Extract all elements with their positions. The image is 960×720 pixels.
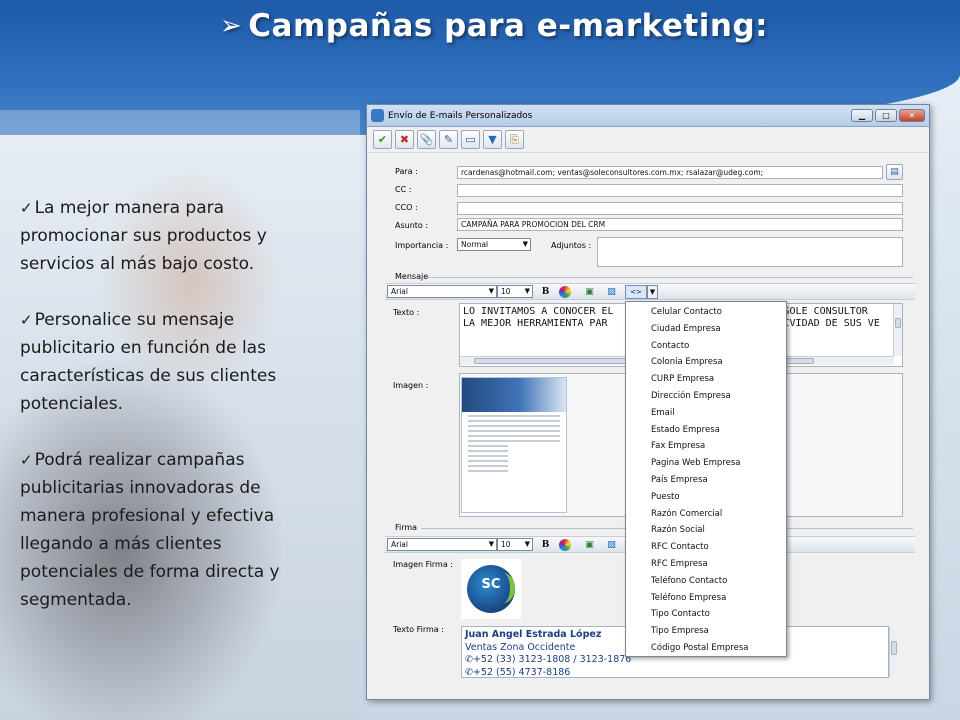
dropdown-item[interactable]: Razón Social [626,522,786,539]
section-divider [427,277,913,278]
scroll-thumb[interactable] [895,318,901,328]
email-window: Envío de E-mails Personalizados ▁ □ ✕ ✔ … [366,104,930,700]
chevron-down-icon: ▼ [488,540,494,548]
mensaje-vscrollbar[interactable] [893,304,902,356]
importancia-select[interactable]: Normal ▼ [457,238,531,251]
attach-icon[interactable]: 📎 [417,130,436,149]
firma-size-select[interactable]: 10 ▼ [497,538,533,551]
dropdown-item[interactable]: Estado Empresa [626,422,786,439]
para-input[interactable]: rcardenas@hotmail.com; ventas@soleconsul… [457,166,883,179]
cco-label: CCO : [395,203,418,212]
signature-logo: SC [461,559,521,619]
edit-attach-icon[interactable]: ✎ [439,130,458,149]
mensaje-size-select[interactable]: 10 ▼ [497,285,533,298]
dropdown-item[interactable]: Razón Comercial [626,506,786,523]
para-label: Para : [395,167,418,176]
scroll-thumb[interactable] [891,641,897,655]
window-title: Envío de E-mails Personalizados [388,110,533,121]
chevron-down-icon: ▼ [524,287,530,295]
bold-button[interactable]: B [539,539,552,551]
firma-font-select[interactable]: Arial ▼ [387,538,497,551]
dropdown-item[interactable]: RFC Contacto [626,539,786,556]
insert-image-icon[interactable]: ▣ [583,539,596,551]
texto-label: Texto : [393,308,420,317]
bullet-list: ✓ La mejor manera para promocionar sus pr… [20,194,320,642]
check-icon: ✓ [20,199,33,217]
arrow-bullet-icon: ➢ [220,11,243,41]
imagen-firma-label: Imagen Firma : [393,560,453,569]
merge-field-dropdown: Celular Contacto Ciudad Empresa Contacto Co… [625,301,787,657]
slide-title: ➢ Campañas para e-marketing: [220,8,768,44]
address-book-icon[interactable]: ▤ [886,164,903,180]
dropdown-item[interactable]: Colonia Empresa [626,354,786,371]
image-props-icon[interactable]: ▨ [605,286,618,298]
dropdown-item[interactable]: País Empresa [626,472,786,489]
dropdown-item[interactable]: Dirección Empresa [626,388,786,405]
template-icon[interactable]: ▭ [461,130,480,149]
firma-vscrollbar[interactable] [889,627,898,677]
insert-tag-button[interactable]: <> [625,285,647,299]
insert-image-icon[interactable]: ▣ [583,286,596,298]
dropdown-item[interactable]: Puesto [626,489,786,506]
dropdown-item[interactable]: Celular Contacto [626,304,786,321]
minimize-button[interactable]: ▁ [851,109,873,122]
mensaje-font-select[interactable]: Arial ▼ [387,285,497,298]
asunto-input[interactable]: CAMPAÑA PARA PROMOCION DEL CRM [457,218,903,231]
dropdown-item[interactable]: RFC Empresa [626,556,786,573]
dropdown-item[interactable]: Teléfono Empresa [626,590,786,607]
window-titlebar[interactable]: Envío de E-mails Personalizados ▁ □ ✕ [367,105,929,127]
tag-dropdown-chevron-icon[interactable]: ▼ [647,285,658,299]
dropdown-item[interactable]: Contacto [626,338,786,355]
close-button[interactable]: ✕ [899,109,925,122]
campaign-image-thumbnail [461,377,567,513]
maximize-button[interactable]: □ [875,109,897,122]
dropdown-item[interactable]: Tipo Empresa [626,623,786,640]
cancel-icon[interactable]: ✖ [395,130,414,149]
adjuntos-label: Adjuntos : [551,241,592,250]
importancia-label: Importancia : [395,241,449,250]
color-picker-icon[interactable] [559,539,571,551]
toolbar: ✔ ✖ 📎 ✎ ▭ ▼ ⎘ [367,127,929,153]
dropdown-item[interactable]: Email [626,405,786,422]
cc-label: CC : [395,185,412,194]
app-icon [371,109,384,122]
dropdown-item[interactable]: Ciudad Empresa [626,321,786,338]
firma-section-label: Firma [395,523,418,532]
bullet-item: ✓ Personalice su mensaje publicitario en … [20,310,277,414]
cc-input[interactable] [457,184,903,197]
dropdown-item[interactable]: Pagina Web Empresa [626,455,786,472]
bold-button[interactable]: B [539,286,552,298]
imagen-label: Imagen : [393,381,429,390]
bullet-item: ✓ La mejor manera para promocionar sus pr… [20,198,267,274]
bullet-item: ✓ Podrá realizar campañas publicitarias i… [20,450,280,610]
color-picker-icon[interactable] [559,286,571,298]
accept-icon[interactable]: ✔ [373,130,392,149]
texto-firma-label: Texto Firma : [393,625,444,634]
check-icon: ✓ [20,451,33,469]
cco-input[interactable] [457,202,903,215]
dropdown-item[interactable]: Código Postal Empresa [626,640,786,657]
check-icon: ✓ [20,311,33,329]
asunto-label: Asunto : [395,221,429,230]
dropdown-item[interactable]: CURP Empresa [626,371,786,388]
chevron-down-icon: ▼ [488,287,494,295]
dropdown-item[interactable]: Teléfono Contacto [626,573,786,590]
adjuntos-box[interactable] [597,237,903,267]
slide-title-text: Campañas para e-marketing: [248,8,769,44]
image-props-icon[interactable]: ▨ [605,539,618,551]
chevron-down-icon: ▼ [522,240,528,248]
chevron-down-icon: ▼ [524,540,530,548]
dropdown-item[interactable]: Fax Empresa [626,438,786,455]
dropdown-item[interactable]: Tipo Contacto [626,606,786,623]
filter-icon[interactable]: ▼ [483,130,502,149]
export-icon[interactable]: ⎘ [505,130,524,149]
mensaje-section-label: Mensaje [395,272,429,281]
